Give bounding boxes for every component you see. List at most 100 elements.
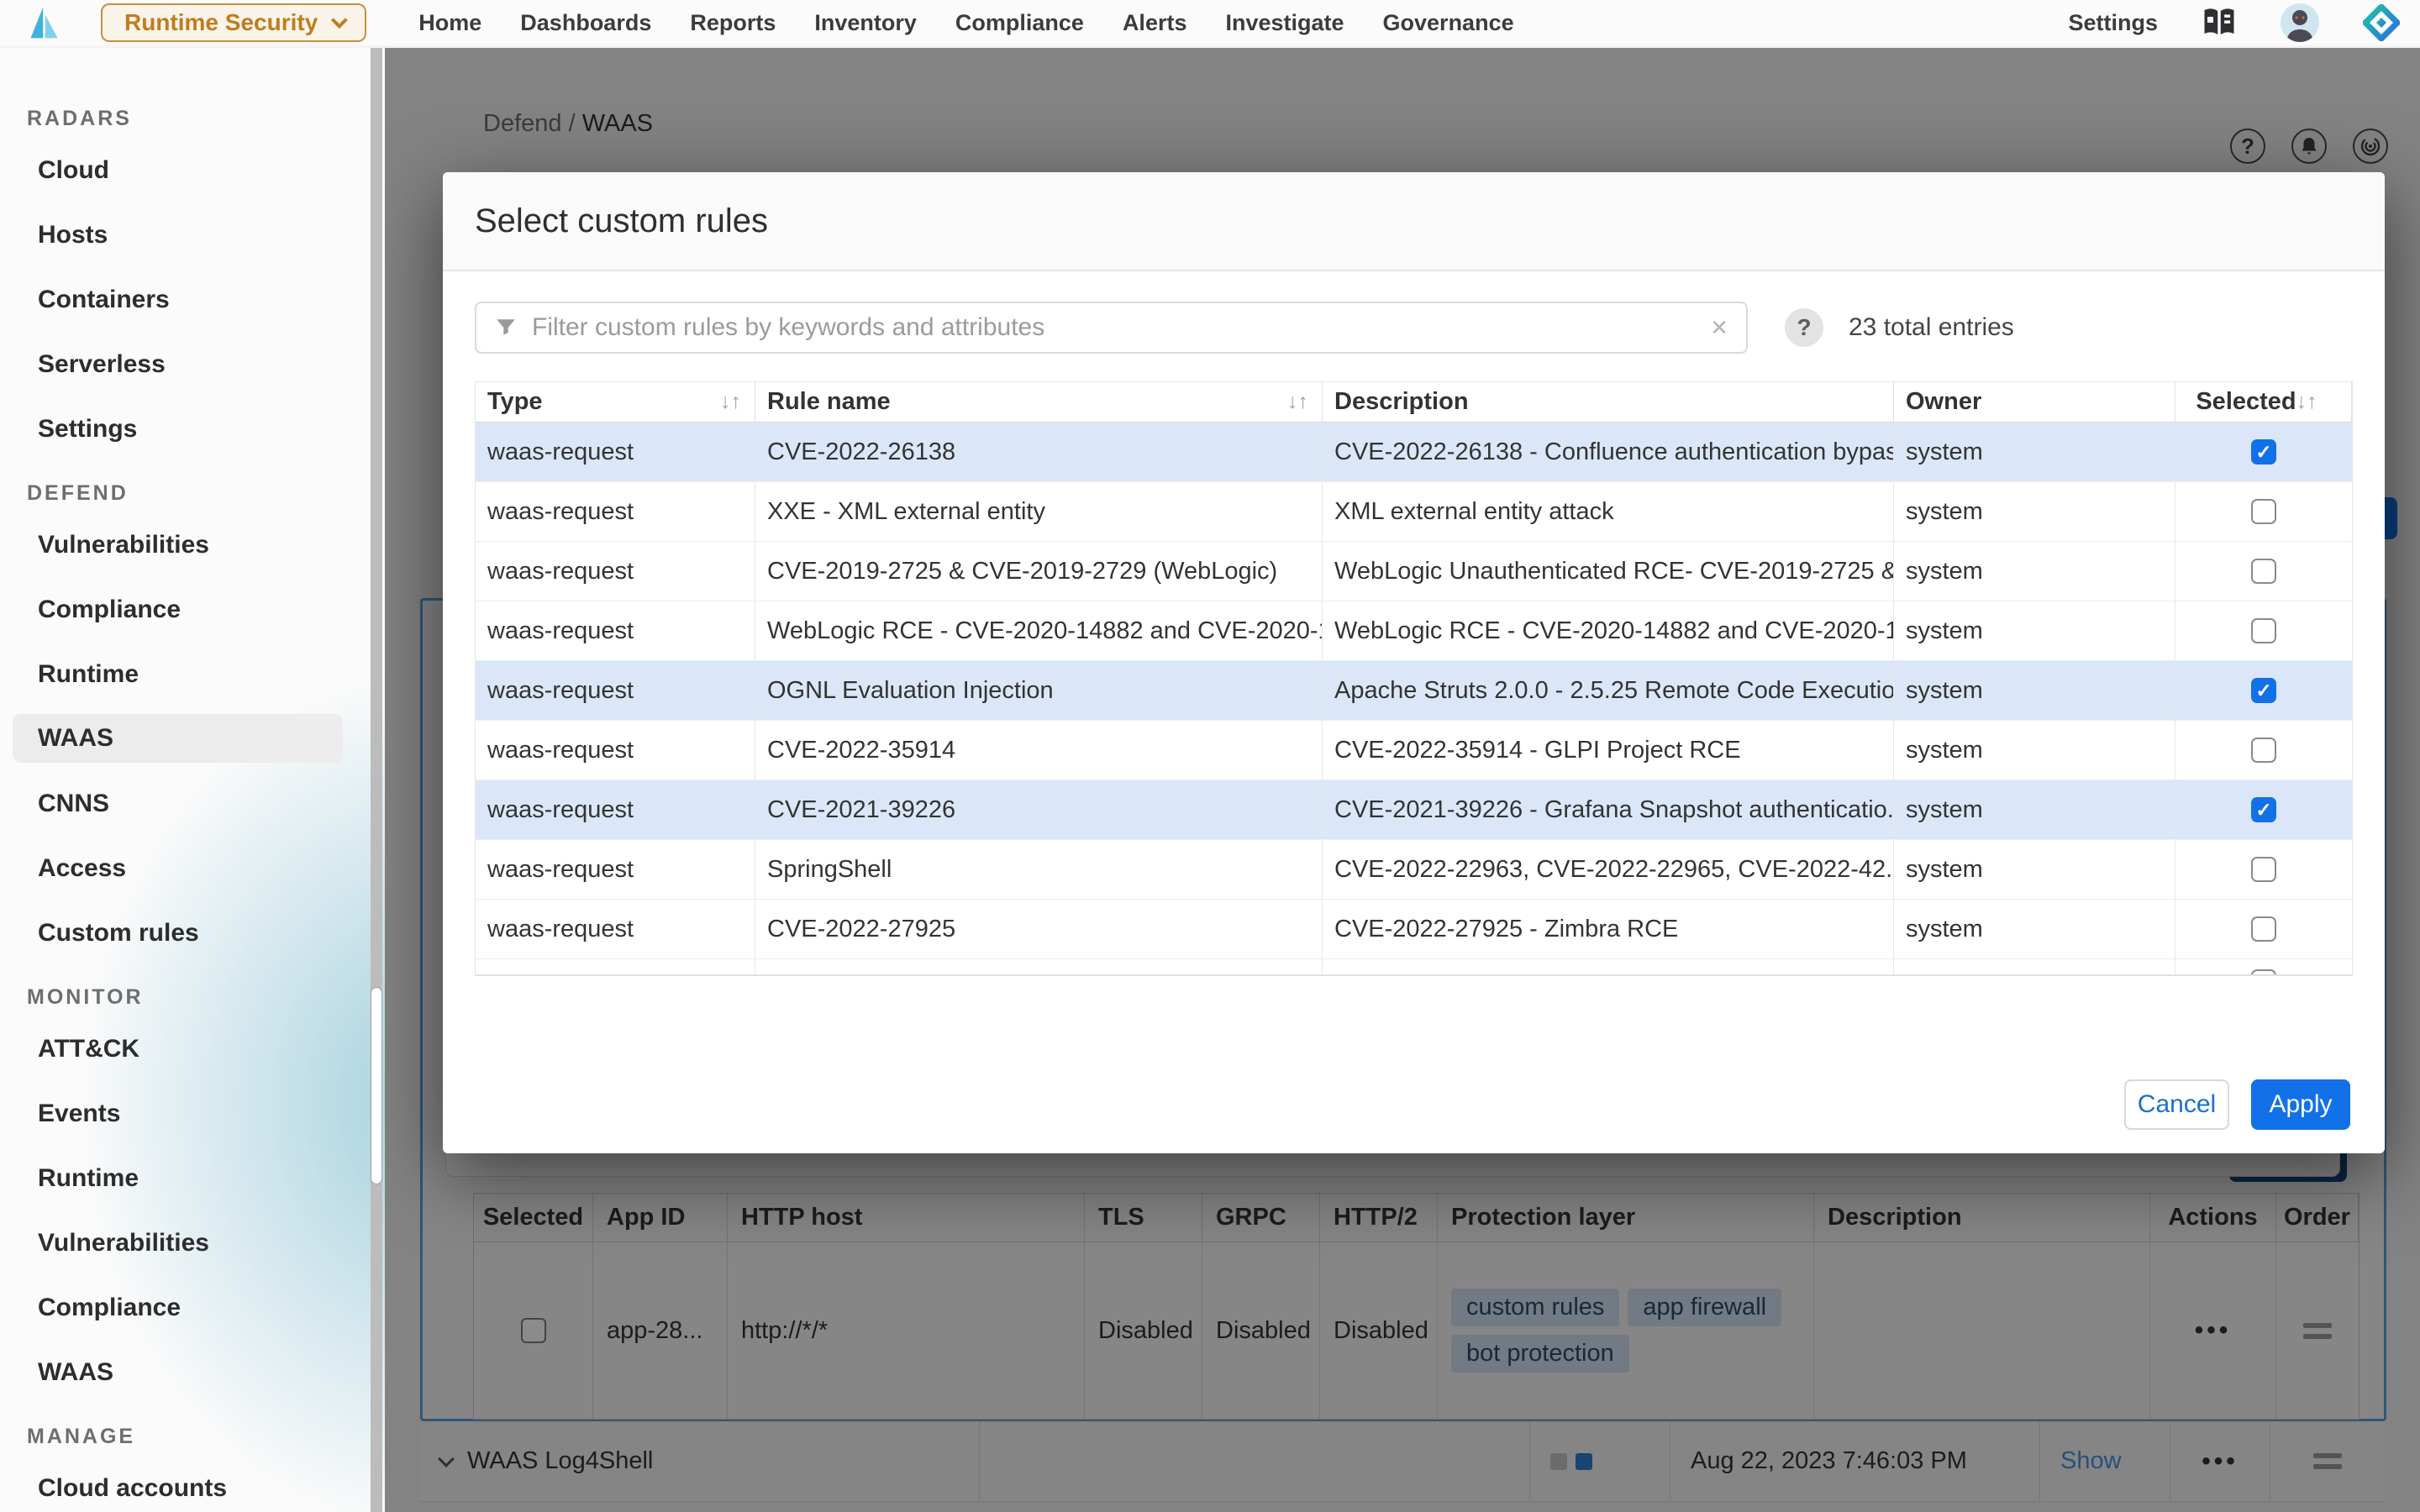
sidebar-item[interactable]: Runtime (0, 1146, 385, 1210)
rule-name-cell: CVE-2022-27925 (755, 900, 1323, 958)
row-checkbox[interactable] (2251, 618, 2276, 643)
sidebar-item[interactable]: Containers (0, 267, 385, 332)
rule-name-cell: CVE-2022-26138 (755, 423, 1323, 481)
sidebar-item[interactable]: Runtime (0, 642, 385, 706)
sidebar-section: RADARS Cloud Hosts Containers Serverless… (0, 107, 385, 461)
sidebar-item[interactable]: Serverless (0, 332, 385, 396)
sort-icon[interactable]: ↓↑ (720, 390, 741, 414)
sidebar-item-label: Vulnerabilities (38, 531, 209, 559)
rule-name-cell: SpringShell (755, 840, 1323, 899)
row-checkbox[interactable] (2251, 916, 2276, 942)
sidebar-item[interactable]: CNNS (0, 771, 385, 836)
row-checkbox[interactable] (2251, 678, 2276, 703)
description-cell: CVE-2022-27925 - Zimbra RCE (1323, 900, 1894, 958)
sidebar-item[interactable]: WAAS (0, 1340, 385, 1404)
description-cell: CVE-2021-39226 - Grafana Snapshot authen… (1323, 780, 1894, 839)
column-header[interactable]: Type ↓↑ (476, 382, 755, 422)
sidebar-item[interactable]: Access (0, 836, 385, 900)
type-cell: waas-request (476, 840, 755, 899)
table-row[interactable]: waas-request WebLogic RCE - CVE-2020-148… (476, 601, 2352, 661)
custom-rules-table-header: Type ↓↑ Rule name ↓↑ Description ↓↑ Owne… (476, 382, 2352, 423)
docs-icon[interactable] (2202, 8, 2237, 38)
top-nav-item[interactable]: Home (418, 10, 481, 36)
filter-funnel-icon (495, 317, 517, 339)
rule-name-cell: XXE - XML external entity (755, 482, 1323, 541)
column-header[interactable]: Owner ↓↑ (1894, 382, 2175, 422)
type-cell: waas-request (476, 900, 755, 958)
sidebar-scrollbar-thumb[interactable] (371, 987, 382, 1184)
sidebar-section-label: DEFEND (27, 481, 385, 506)
owner-cell: system (1894, 661, 2175, 720)
avatar[interactable] (2281, 3, 2319, 42)
sidebar-item[interactable]: Vulnerabilities (0, 1210, 385, 1275)
top-nav-item[interactable]: Inventory (814, 10, 917, 36)
type-cell: waas-request (476, 482, 755, 541)
sidebar-item-label: Runtime (38, 1164, 139, 1193)
column-label: Owner (1906, 388, 1981, 416)
row-checkbox[interactable] (2251, 857, 2276, 882)
rule-name-cell: WebLogic RCE - CVE-2020-14882 and CVE-20… (755, 601, 1323, 660)
row-checkbox[interactable] (2251, 499, 2276, 524)
filter-help-button[interactable]: ? (1785, 308, 1823, 347)
table-row[interactable]: waas-request OGNL Evaluation Injection A… (476, 661, 2352, 721)
sidebar-item-label: CNNS (38, 790, 109, 818)
sidebar-item-label: Serverless (38, 350, 166, 379)
row-checkbox[interactable] (2251, 559, 2276, 584)
top-nav-item[interactable]: Investigate (1225, 10, 1344, 36)
sidebar-item[interactable]: Hosts (0, 202, 385, 267)
sort-icon[interactable]: ↓↑ (1287, 390, 1308, 414)
sidebar-item-label: WAAS (38, 724, 113, 753)
sort-icon[interactable]: ↓↑ (2296, 390, 2317, 414)
sidebar-item-label: Hosts (38, 221, 108, 249)
table-row[interactable]: waas-request XXE - XML external entity X… (476, 482, 2352, 542)
sidebar-section: MONITOR ATT&CK Events Runtime Vulnerabil… (0, 985, 385, 1404)
sidebar-item[interactable]: Custom rules (0, 900, 385, 965)
table-row[interactable]: waas-request CVE-2021-39226 CVE-2021-392… (476, 780, 2352, 840)
product-switcher[interactable]: Runtime Security (101, 3, 366, 42)
type-cell: waas-request (476, 721, 755, 780)
sidebar-item[interactable]: Events (0, 1081, 385, 1146)
rule-name-cell: OGNL Evaluation Injection (755, 661, 1323, 720)
filter-input[interactable]: Filter custom rules by keywords and attr… (475, 302, 1748, 354)
top-nav-item[interactable]: Compliance (955, 10, 1084, 36)
sidebar-item[interactable]: Settings (0, 396, 385, 461)
sidebar-item[interactable]: WAAS (13, 714, 343, 763)
table-row[interactable]: waas-request SpringShell CVE-2022-22963,… (476, 840, 2352, 900)
owner-cell: system (1894, 900, 2175, 958)
clear-filter-icon[interactable]: × (1711, 313, 1728, 342)
settings-link[interactable]: Settings (2068, 10, 2158, 36)
top-nav-item[interactable]: Reports (690, 10, 776, 36)
sidebar-section-label: RADARS (27, 107, 385, 131)
row-checkbox[interactable] (2251, 439, 2276, 465)
table-row[interactable]: waas-request CVE-2022-27925 CVE-2022-279… (476, 900, 2352, 959)
filter-placeholder: Filter custom rules by keywords and attr… (532, 313, 1696, 342)
sidebar-item[interactable]: Vulnerabilities (0, 512, 385, 577)
column-header[interactable]: Description ↓↑ (1323, 382, 1894, 422)
partial-row-checkbox[interactable] (2251, 969, 2276, 976)
sidebar-item[interactable]: Cloud (0, 138, 385, 202)
table-row[interactable]: waas-request CVE-2022-35914 CVE-2022-359… (476, 721, 2352, 780)
sidebar-item-label: ATT&CK (38, 1035, 139, 1063)
table-row[interactable]: waas-request CVE-2022-26138 CVE-2022-261… (476, 423, 2352, 482)
top-nav-item[interactable]: Alerts (1123, 10, 1187, 36)
sidebar-item[interactable]: ATT&CK (0, 1016, 385, 1081)
row-checkbox[interactable] (2251, 797, 2276, 822)
sidebar-item[interactable]: Compliance (0, 1275, 385, 1340)
top-nav-item[interactable]: Governance (1383, 10, 1514, 36)
total-entries: 23 total entries (1849, 313, 2014, 342)
row-checkbox[interactable] (2251, 738, 2276, 763)
owner-cell: system (1894, 721, 2175, 780)
sidebar-item[interactable]: Compliance (0, 577, 385, 642)
sidebar-item-label: Containers (38, 286, 170, 314)
select-custom-rules-modal: Select custom rules Filter custom rules … (443, 172, 2385, 1153)
product-switcher-label: Runtime Security (124, 9, 318, 36)
sidebar-scrollbar-track[interactable] (371, 48, 382, 1512)
sidebar-item-label: Cloud accounts (38, 1474, 227, 1503)
table-row[interactable]: waas-request CVE-2019-2725 & CVE-2019-27… (476, 542, 2352, 601)
apply-button[interactable]: Apply (2251, 1079, 2350, 1130)
sidebar-item[interactable]: Cloud accounts (0, 1456, 385, 1512)
column-header[interactable]: Selected ↓↑ (2175, 382, 2352, 422)
cancel-button[interactable]: Cancel (2124, 1079, 2229, 1130)
top-nav-item[interactable]: Dashboards (520, 10, 651, 36)
column-header[interactable]: Rule name ↓↑ (755, 382, 1323, 422)
